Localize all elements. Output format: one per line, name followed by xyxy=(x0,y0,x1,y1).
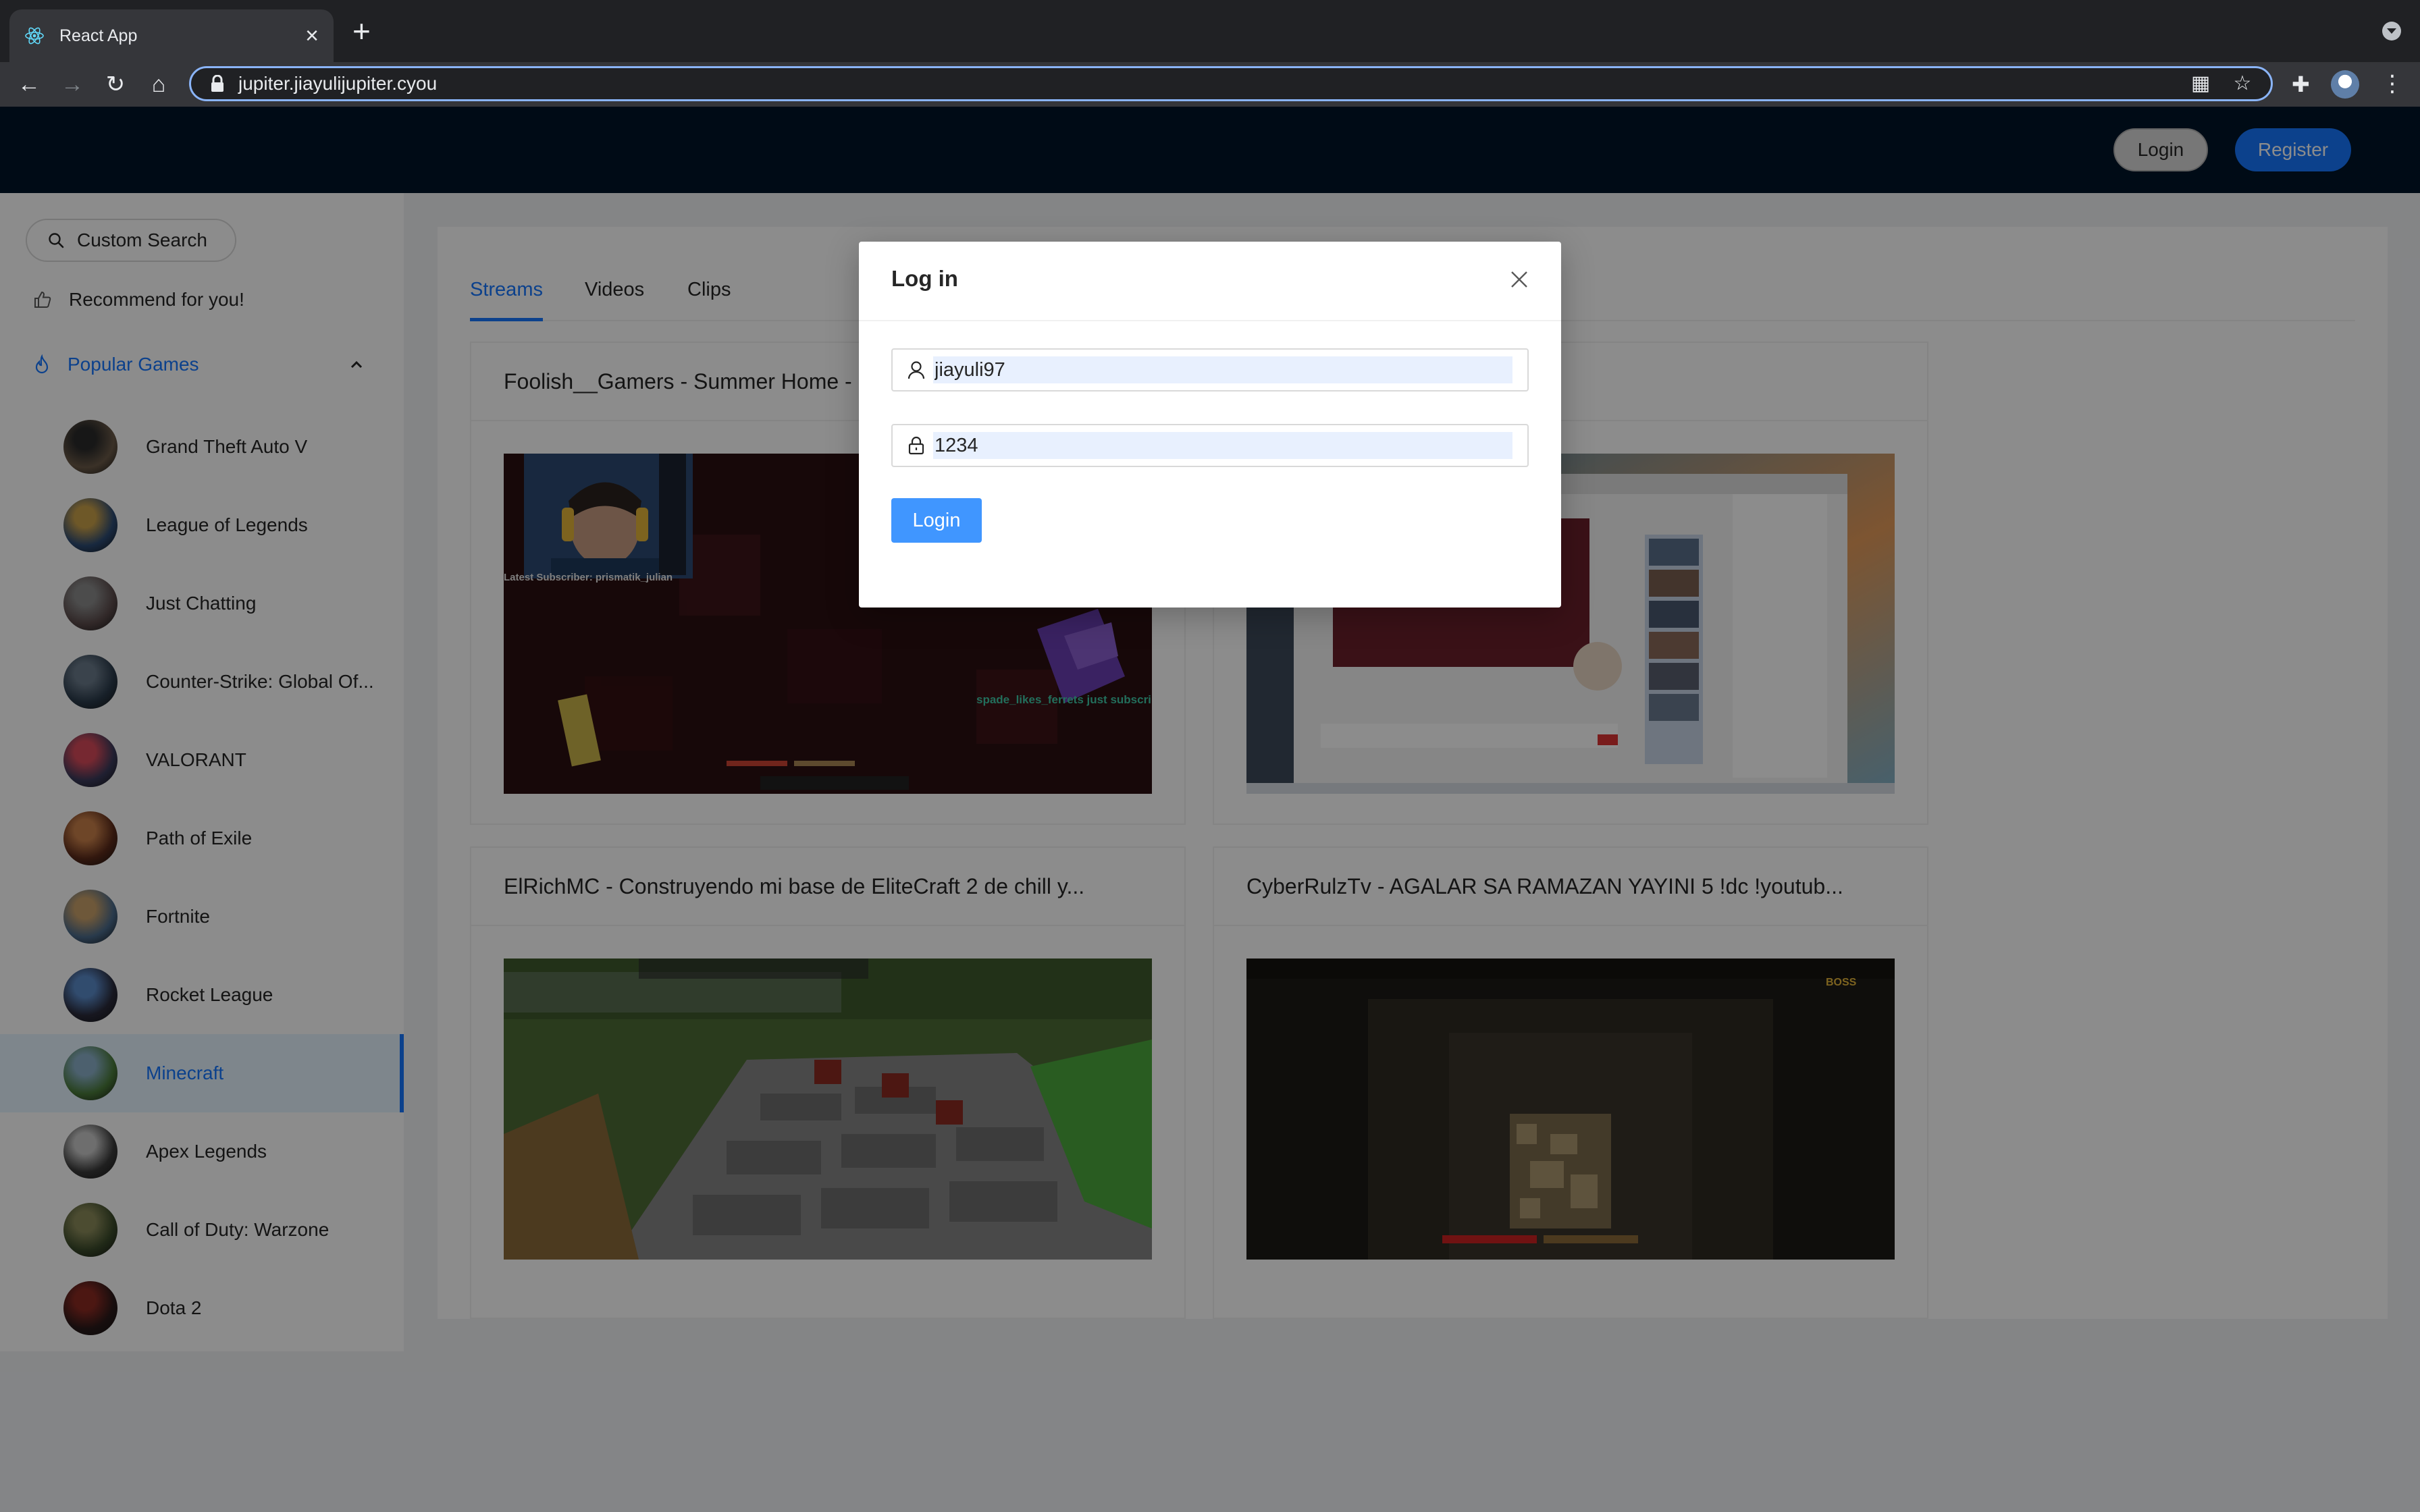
url-text: jupiter.jiayulijupiter.cyou xyxy=(238,73,438,94)
home-icon[interactable]: ⌂ xyxy=(142,68,176,101)
new-tab-icon[interactable]: + xyxy=(352,15,371,47)
react-logo-icon xyxy=(25,27,44,45)
forward-arrow-icon[interactable]: → xyxy=(55,68,89,101)
back-arrow-icon[interactable]: ← xyxy=(12,68,46,101)
password-input[interactable] xyxy=(933,432,1512,459)
username-input[interactable] xyxy=(933,356,1512,383)
browser-tab[interactable]: React App × xyxy=(9,9,334,62)
login-modal: Log in Login xyxy=(859,242,1561,608)
modal-divider xyxy=(859,320,1561,321)
browser-tab-title: React App xyxy=(59,26,138,45)
bookmark-star-icon[interactable]: ☆ xyxy=(2229,70,2256,97)
profile-avatar[interactable] xyxy=(2331,70,2359,99)
username-field[interactable] xyxy=(891,348,1529,392)
password-field[interactable] xyxy=(891,424,1529,467)
lock-icon xyxy=(908,436,924,455)
address-bar[interactable]: jupiter.jiayulijupiter.cyou ▦ ☆ xyxy=(189,66,2273,101)
modal-title: Log in xyxy=(891,266,958,291)
close-icon[interactable] xyxy=(1508,269,1530,290)
browser-menu-icon[interactable]: ⋮ xyxy=(2381,70,2404,97)
extensions-puzzle-icon[interactable]: ✚ xyxy=(2292,71,2310,98)
user-icon xyxy=(908,361,925,379)
qr-code-icon[interactable]: ▦ xyxy=(2187,70,2214,97)
tab-search-icon[interactable] xyxy=(2382,22,2401,40)
reload-icon[interactable]: ↻ xyxy=(99,68,132,101)
lock-icon xyxy=(211,75,223,92)
login-submit-button[interactable]: Login xyxy=(891,498,982,543)
close-tab-icon[interactable]: × xyxy=(305,24,319,47)
browser-toolbar: ← → ↻ ⌂ jupiter.jiayulijupiter.cyou ▦ ☆ … xyxy=(0,62,2420,107)
browser-tab-strip: React App × + xyxy=(0,0,2420,62)
